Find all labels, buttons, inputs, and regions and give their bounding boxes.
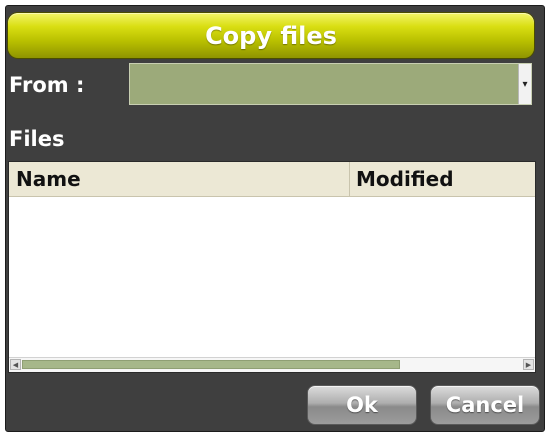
dialog-title-bar: Copy files <box>8 13 534 58</box>
cancel-button[interactable]: Cancel <box>430 385 540 425</box>
dialog-title: Copy files <box>205 21 337 50</box>
scroll-left-icon[interactable]: ◀ <box>10 359 21 370</box>
scrollbar-thumb[interactable] <box>22 360 400 369</box>
files-label: Files <box>9 127 65 151</box>
dropdown-arrow-icon[interactable]: ▾ <box>518 64 531 104</box>
column-header-name[interactable]: Name <box>9 162 350 196</box>
from-dropdown[interactable]: ▾ <box>129 63 532 105</box>
scroll-right-icon[interactable]: ▶ <box>523 359 534 370</box>
files-list[interactable]: Name Modified ◀ ▶ <box>8 161 536 373</box>
horizontal-scrollbar[interactable]: ◀ ▶ <box>9 357 535 372</box>
from-label: From : <box>9 73 85 97</box>
files-list-header: Name Modified <box>9 162 535 197</box>
ok-button[interactable]: Ok <box>307 385 417 425</box>
column-header-modified[interactable]: Modified <box>350 162 535 196</box>
